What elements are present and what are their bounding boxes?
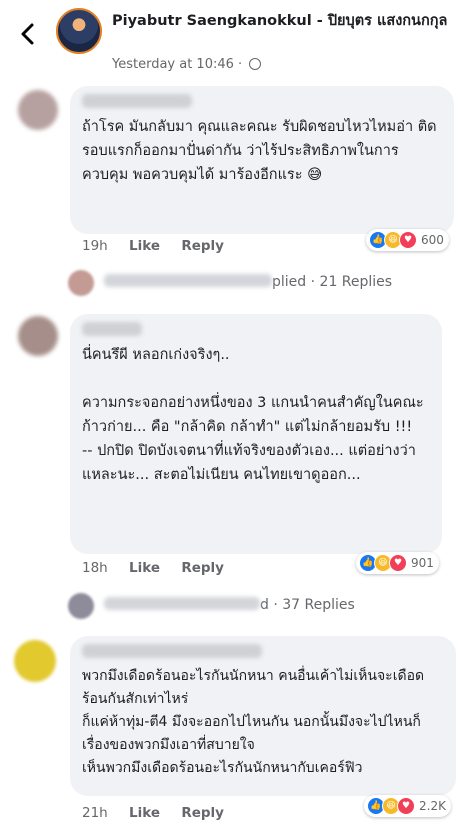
reply-count: 21 Replies — [319, 274, 393, 290]
comment-text: ถ้าโรค มันกลับมา คุณและคณะ รับผิดชอบไหวไ… — [82, 119, 437, 183]
globe-icon — [249, 58, 262, 70]
reply-button[interactable]: Reply — [181, 805, 224, 821]
reply-avatar[interactable] — [68, 270, 94, 296]
comment-text: นี่คนรึผี หลอกเก่งจริงๆ.. ความกระจอกอย่า… — [82, 347, 424, 483]
reply-count: 37 Replies — [282, 597, 355, 613]
reply-button[interactable]: Reply — [181, 560, 224, 576]
like-button[interactable]: Like — [129, 805, 160, 821]
comment-time: 18h — [82, 560, 108, 576]
meta-separator: · — [238, 57, 243, 72]
reaction-summary[interactable]: 👍 😆 ♥ 2.2K — [364, 795, 451, 817]
love-reaction-icon: ♥ — [399, 231, 417, 249]
commenter-avatar[interactable] — [18, 90, 58, 130]
post-header: Piyabutr Saengkanokkul - ปิยบุตร แสงกนกก… — [0, 0, 473, 82]
back-arrow-icon[interactable] — [14, 20, 42, 48]
comment-text: พวกมึงเดือดร้อนอะไรกันนักหนา คนอื่นเค้าไ… — [82, 668, 425, 776]
comment-actions: 18h Like Reply — [82, 560, 241, 576]
reaction-summary[interactable]: 👍 😆 ♥ 901 — [356, 552, 439, 574]
reaction-count: 2.2K — [419, 799, 446, 813]
replied-suffix: d — [260, 597, 269, 613]
reaction-summary[interactable]: 👍 😆 ♥ 600 — [366, 229, 449, 251]
reply-author-name-blurred — [104, 274, 272, 287]
comment-time: 21h — [82, 805, 108, 821]
comment-bubble: นี่คนรึผี หลอกเก่งจริงๆ.. ความกระจอกอย่า… — [70, 314, 442, 554]
comment-time: 19h — [82, 238, 108, 254]
like-button[interactable]: Like — [129, 560, 160, 576]
page-avatar[interactable] — [56, 8, 102, 54]
post-timestamp[interactable]: Yesterday at 10:46 — [112, 57, 234, 72]
view-replies-link[interactable]: plied · 21 Replies — [104, 274, 392, 290]
commenter-avatar[interactable] — [14, 640, 56, 682]
view-replies-link[interactable]: d · 37 Replies — [104, 597, 355, 613]
comment-author-name-blurred[interactable] — [82, 322, 142, 336]
reply-author-name-blurred — [104, 597, 260, 610]
love-reaction-icon: ♥ — [397, 797, 415, 815]
comment-author-name-blurred[interactable] — [82, 644, 262, 658]
comment-bubble: ถ้าโรค มันกลับมา คุณและคณะ รับผิดชอบไหวไ… — [70, 86, 454, 234]
comment-bubble: พวกมึงเดือดร้อนอะไรกันนักหนา คนอื่นเค้าไ… — [70, 636, 456, 796]
reaction-count: 600 — [421, 233, 444, 247]
love-reaction-icon: ♥ — [389, 554, 407, 572]
like-button[interactable]: Like — [129, 238, 160, 254]
reply-avatar[interactable] — [68, 593, 94, 619]
post-meta: Yesterday at 10:46 · — [112, 57, 262, 72]
replied-suffix: plied — [272, 274, 307, 290]
comment-actions: 19h Like Reply — [82, 238, 241, 254]
commenter-avatar[interactable] — [18, 316, 58, 356]
page-name[interactable]: Piyabutr Saengkanokkul - ปิยบุตร แสงกนกก… — [112, 11, 462, 32]
reaction-count: 901 — [411, 556, 434, 570]
reply-button[interactable]: Reply — [181, 238, 224, 254]
comment-author-name-blurred[interactable] — [82, 94, 192, 108]
comment-actions: 21h Like Reply — [82, 805, 241, 821]
